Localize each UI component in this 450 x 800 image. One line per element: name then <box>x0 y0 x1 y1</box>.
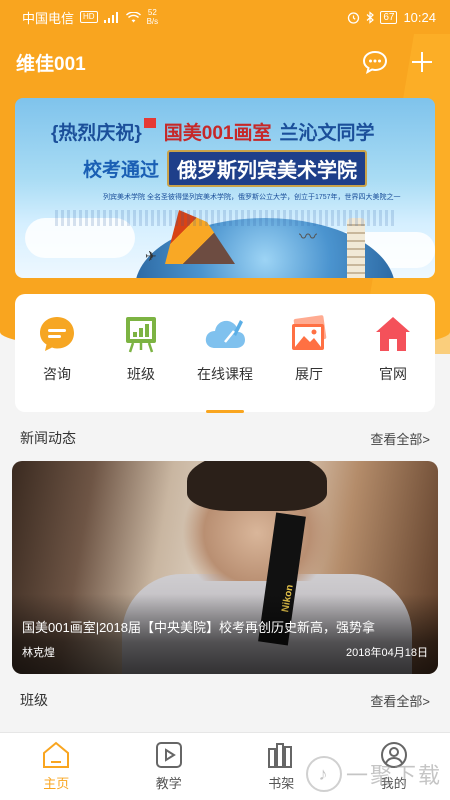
news-section-header: 新闻动态 查看全部> <box>20 428 430 448</box>
class-view-all-link[interactable]: 查看全部> <box>370 691 430 710</box>
banner-left-tag: {热烈庆祝} <box>51 123 142 144</box>
clock: 10:24 <box>403 9 436 25</box>
chat-icon <box>40 317 74 351</box>
news-date: 2018年04月18日 <box>346 647 428 659</box>
quick-action-label: 班级 <box>127 366 155 382</box>
cloud-pen-icon <box>205 320 245 348</box>
class-section-header: 班级 查看全部> <box>20 690 430 710</box>
banner-tower-illustration <box>347 218 365 278</box>
tab-label: 教学 <box>155 776 182 791</box>
signal-icon <box>103 11 118 23</box>
watermark-logo-icon: ♪ <box>305 756 342 792</box>
plus-icon[interactable] <box>410 50 434 74</box>
net-speed-value: 52 <box>147 8 157 17</box>
quick-action-class[interactable]: 班级 <box>105 314 177 384</box>
net-speed-unit: B/s <box>146 17 159 26</box>
app-bar: 维佳001 <box>0 34 450 90</box>
bookshelf-icon <box>268 743 293 768</box>
quick-action-active-indicator <box>206 410 244 413</box>
banner-subheadline: 校考通过 俄罗斯列宾美术学院 <box>83 150 368 187</box>
home-icon <box>376 317 410 351</box>
net-speed: 52 B/s <box>147 8 159 26</box>
banner-headline: {热烈庆祝} 国美001画室 兰沁文同学 <box>51 117 415 145</box>
banner-caption: 列宾美术学院 全名圣彼得堡列宾美术学院，俄罗斯公立大学，创立于1757年，世界四… <box>103 194 401 201</box>
status-right: 67 10:24 <box>347 10 436 25</box>
app-actions <box>362 50 434 74</box>
news-photo-hair <box>187 461 327 511</box>
status-bar: 中国电信 HD 52 B/s 67 10:24 <box>0 0 450 34</box>
app-title: 维佳001 <box>16 53 86 75</box>
class-section-title: 班级 <box>20 692 48 708</box>
banner-fine-print <box>55 210 395 226</box>
play-video-icon <box>155 742 182 768</box>
home-outline-icon <box>43 741 70 768</box>
hd-badge: HD <box>80 11 98 23</box>
news-view-all-link[interactable]: 查看全部> <box>370 429 430 448</box>
alarm-icon <box>348 11 360 24</box>
wifi-icon <box>125 11 141 22</box>
tab-label: 书架 <box>268 776 295 791</box>
quick-action-online-course[interactable]: 在线课程 <box>189 314 261 413</box>
news-meta: 林克煌 2018年04月18日 <box>22 644 428 660</box>
quick-action-label: 官网 <box>379 366 407 382</box>
news-card[interactable]: Nikon 国美001画室|2018届【中央美院】校考再创历史新高，强势拿 林克… <box>12 461 438 674</box>
promo-banner[interactable]: ✈ 〰 {热烈庆祝} 国美001画室 兰沁文同学 校考通过 俄罗斯列宾美术学院 … <box>15 98 435 278</box>
quick-actions-card: 咨询 班级 在线课程 展厅 官网 <box>15 294 435 413</box>
quick-action-consult[interactable]: 咨询 <box>21 314 93 384</box>
banner-studio-name: 国美001画室 <box>163 123 272 144</box>
chat-bubble-icon[interactable] <box>362 50 388 74</box>
watermark-text: 一聚下载 <box>345 763 442 788</box>
battery-indicator: 67 <box>380 10 398 24</box>
banner-pass-text: 校考通过 <box>83 160 160 181</box>
easel-chart-icon <box>126 317 156 353</box>
quick-action-label: 展厅 <box>295 366 323 382</box>
seagull-icon: 〰 <box>299 227 317 247</box>
tab-home[interactable]: 主页 <box>21 741 91 792</box>
news-title: 国美001画室|2018届【中央美院】校考再创历史新高，强势拿 <box>22 620 375 635</box>
tab-label: 主页 <box>43 776 70 791</box>
bluetooth-icon <box>366 10 375 24</box>
tab-teaching[interactable]: 教学 <box>134 741 204 792</box>
status-left: 中国电信 HD 52 B/s <box>22 8 158 27</box>
watermark: ♪ 一聚下载 <box>305 756 442 792</box>
quick-action-label: 在线课程 <box>197 366 253 382</box>
quick-action-website[interactable]: 官网 <box>357 314 429 384</box>
airplane-icon: ✈ <box>145 248 157 264</box>
carrier-label: 中国电信 <box>22 10 75 26</box>
picture-gallery-icon <box>292 315 327 350</box>
quick-action-label: 咨询 <box>43 366 71 382</box>
red-flag-icon <box>143 117 156 128</box>
news-author: 林克煌 <box>22 647 55 659</box>
quick-action-gallery[interactable]: 展厅 <box>273 314 345 384</box>
news-section-title: 新闻动态 <box>20 430 76 446</box>
banner-school-name: 俄罗斯列宾美术学院 <box>167 150 368 187</box>
banner-student-name: 兰沁文同学 <box>279 123 375 144</box>
